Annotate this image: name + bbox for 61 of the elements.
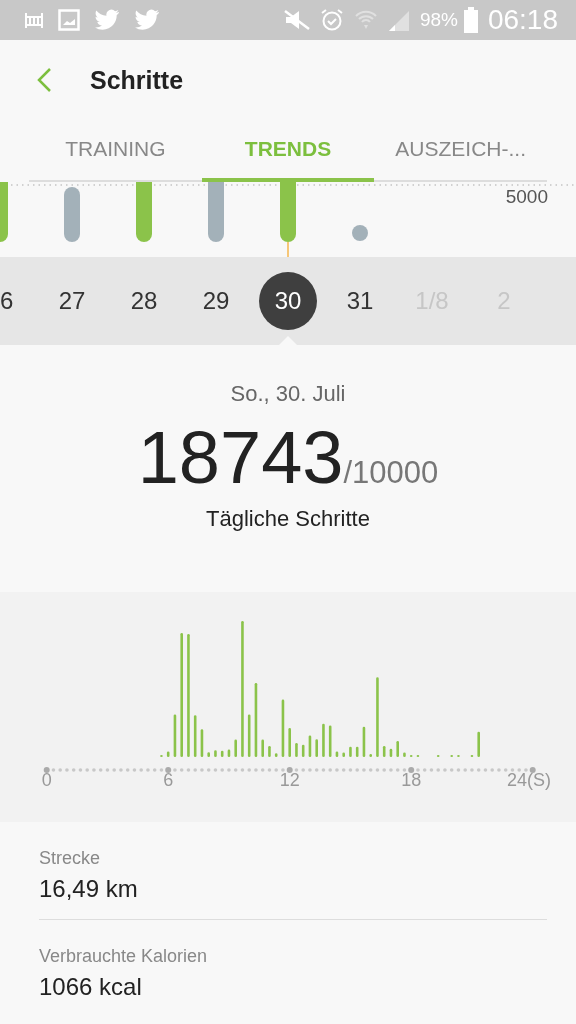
day-button[interactable]: 6 [0,272,14,330]
bird-icon [134,9,160,31]
battery-icon [463,7,478,33]
stat-value: 16,49 km [39,875,139,903]
crib-icon [24,10,44,30]
day-button[interactable]: 29 [187,272,245,330]
hour-bar [342,752,345,757]
hour-bar [220,750,224,757]
hour-bar [247,714,251,757]
steps-caption: Tägliche Schritte [206,506,370,532]
hour-bar [193,715,197,757]
stat-label: Verbrauchte Kalorien [39,946,209,967]
axis-label: 0 [40,770,53,791]
hour-bar [396,741,399,757]
mute-icon [283,9,310,31]
hour-bar [288,728,291,757]
hour-bar [234,739,237,757]
hour-bar [173,714,177,757]
hour-bar [301,744,305,757]
hour-bar [322,723,325,757]
alarm-icon [319,8,344,32]
axis-label: 24(S) [507,770,551,791]
hour-bar [403,752,406,757]
date-label: So., 30. Juli [230,381,346,407]
day-button[interactable]: 27 [43,272,101,330]
hour-bar [268,745,271,757]
hour-bar [382,745,386,757]
hour-bar [477,731,480,757]
hour-bar [200,729,204,757]
hour-bar [207,752,210,757]
day-button[interactable]: 31 [331,272,389,330]
step-goal: /10000 [343,455,439,491]
hour-bar [308,735,312,757]
hour-bar [295,742,298,757]
hour-bar [166,751,170,757]
hour-bar [227,749,231,757]
hour-bar [274,753,278,757]
hour-bar [389,748,393,757]
day-button[interactable]: 28 [115,272,173,330]
hour-bar [355,746,359,757]
hour-bar [261,739,264,757]
hour-bar [214,750,217,757]
step-count: 18743 [137,415,344,500]
axis-label: 12 [278,770,301,791]
axis-label: 18 [400,770,423,791]
hour-bar [328,725,332,757]
hour-bar [335,751,339,757]
hour-bar [315,739,318,757]
back-icon[interactable] [36,67,52,93]
stat-label: Strecke [39,848,102,869]
screen-title: Schritte [90,65,184,95]
stat-value: 1066 kcal [39,973,143,1001]
hour-bar [369,754,372,757]
bird-icon [94,9,120,31]
hour-bar [281,699,285,757]
axis-label: 6 [162,770,175,791]
hour-bar [362,726,366,757]
hour-bar [349,746,352,757]
goal-line-label: 5000 [503,188,550,206]
image-icon [58,9,80,31]
day-button[interactable]: 30 [259,272,317,330]
